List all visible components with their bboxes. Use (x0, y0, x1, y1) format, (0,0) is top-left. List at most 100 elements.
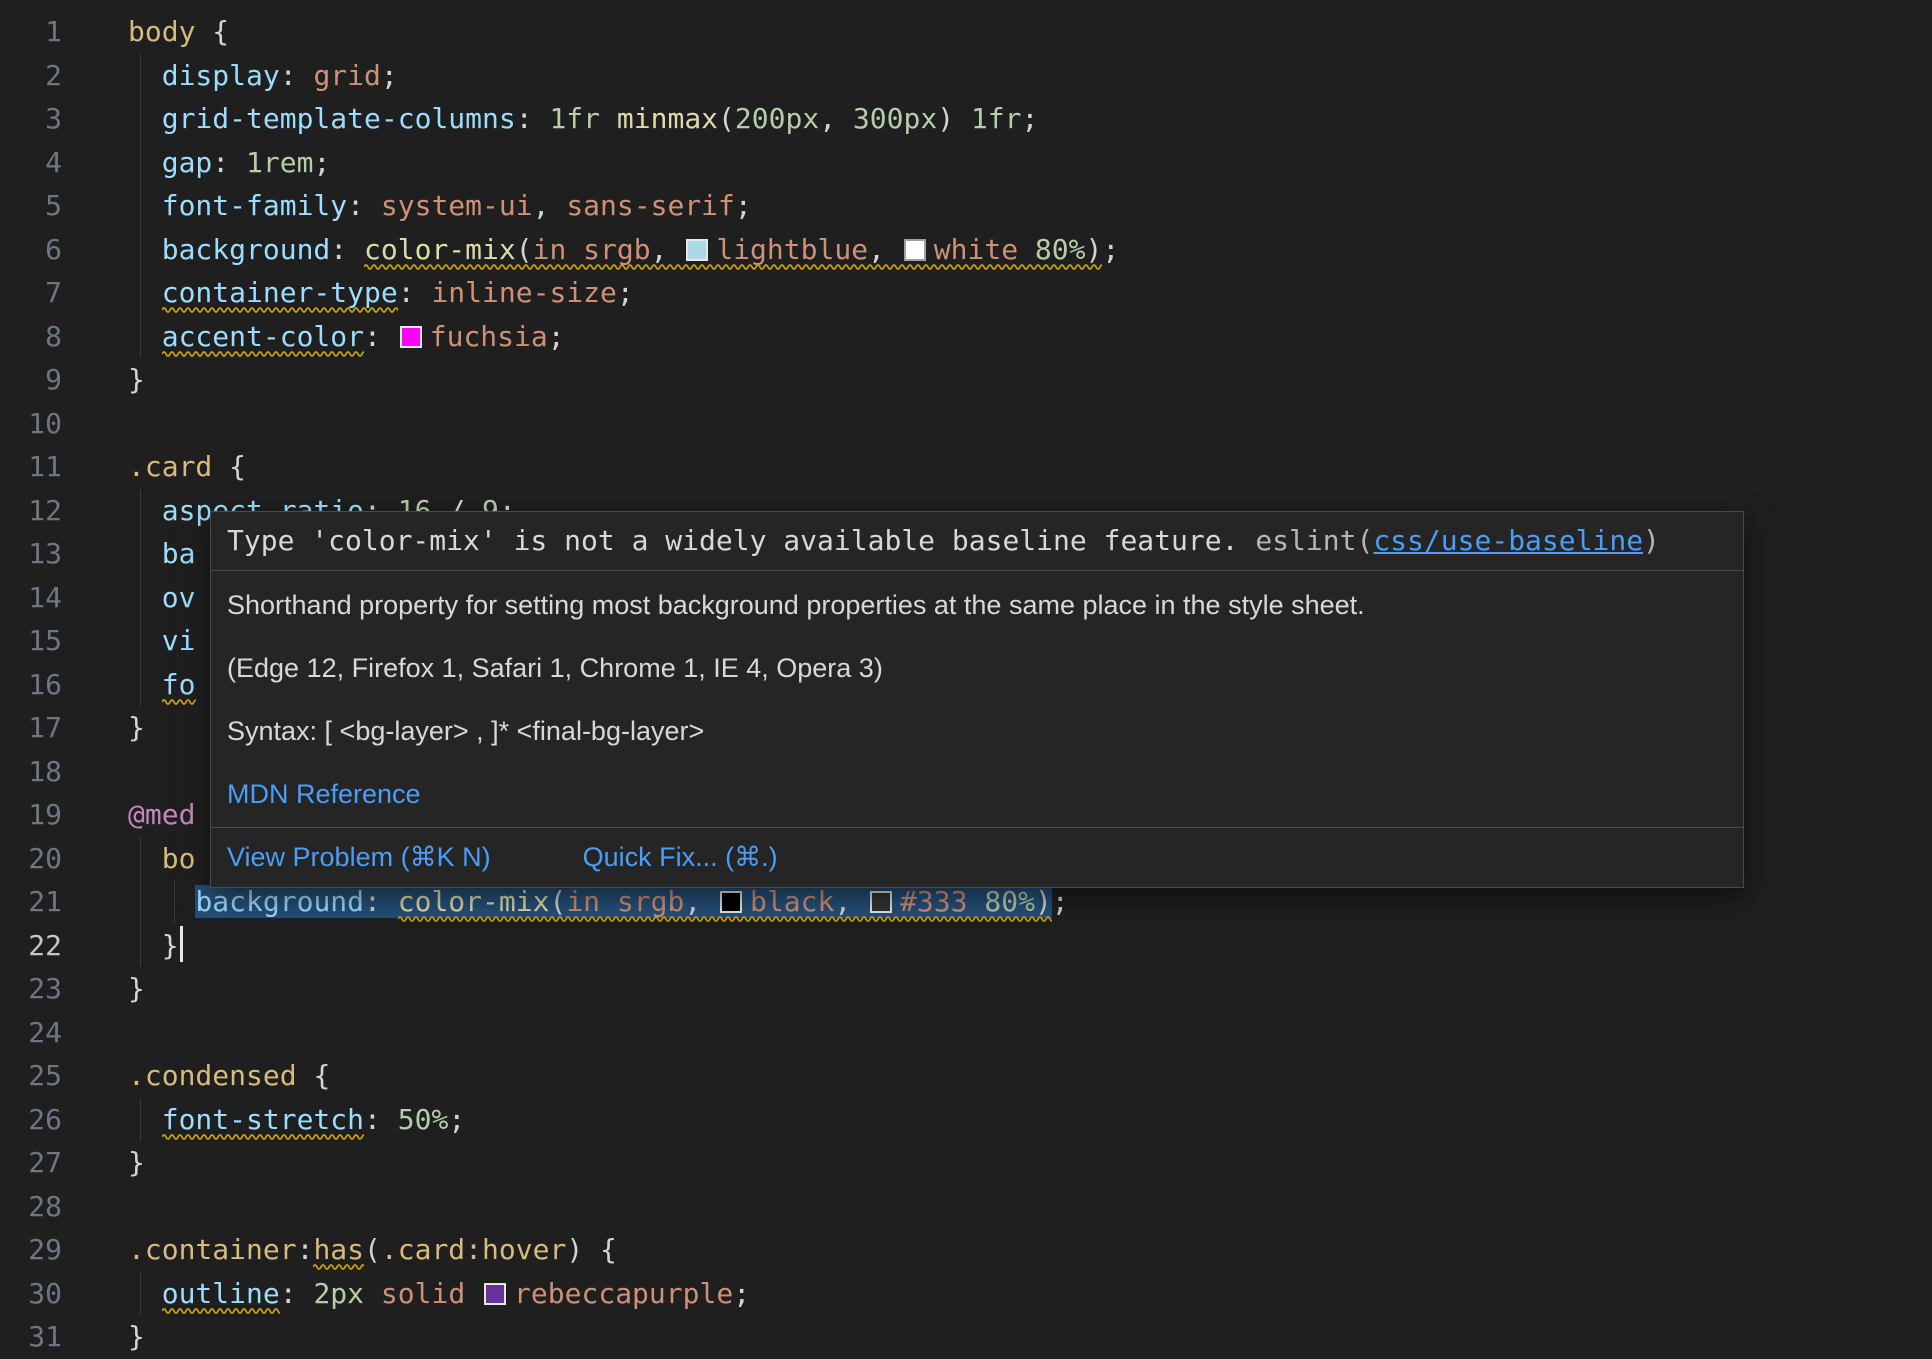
color-swatch[interactable] (904, 239, 926, 261)
code-line[interactable]: 25.condensed { (0, 1054, 1932, 1098)
code-token: 80% (984, 885, 1035, 918)
code-token: { (600, 1233, 617, 1266)
code-line[interactable]: 11.card { (0, 445, 1932, 489)
indent-guide (140, 228, 141, 272)
code-token: color-mix (364, 233, 516, 266)
code-line[interactable]: 8 accent-color: fuchsia; (0, 315, 1932, 359)
code-line[interactable]: 6 background: color-mix(in srgb, lightbl… (0, 228, 1932, 272)
line-number[interactable]: 13 (0, 532, 62, 576)
indent-guide (140, 1272, 141, 1316)
code-line[interactable]: 1body { (0, 10, 1932, 54)
eslint-rule-link[interactable]: css/use-baseline (1373, 524, 1643, 557)
code-line[interactable]: 24 (0, 1011, 1932, 1055)
line-number[interactable]: 11 (0, 445, 62, 489)
code-line[interactable]: 3 grid-template-columns: 1fr minmax(200p… (0, 97, 1932, 141)
code-token: : (364, 885, 398, 918)
line-number[interactable]: 19 (0, 793, 62, 837)
code-token: ) (937, 102, 971, 135)
line-number[interactable]: 30 (0, 1272, 62, 1316)
line-number[interactable]: 21 (0, 880, 62, 924)
line-number[interactable]: 22 (0, 924, 62, 968)
code-token: } (128, 1320, 145, 1353)
line-number[interactable]: 23 (0, 967, 62, 1011)
code-token: .card (381, 1233, 465, 1266)
code-token: 1fr (971, 102, 1022, 135)
line-number[interactable]: 4 (0, 141, 62, 185)
code-line[interactable]: 23} (0, 967, 1932, 1011)
color-swatch[interactable] (484, 1283, 506, 1305)
code-line[interactable]: 9} (0, 358, 1932, 402)
line-number[interactable]: 12 (0, 489, 62, 533)
code-line[interactable]: 22 } (0, 924, 1932, 968)
line-number[interactable]: 15 (0, 619, 62, 663)
code-token (128, 320, 162, 353)
quick-fix-button[interactable]: Quick Fix... (⌘.) (583, 841, 778, 874)
line-number[interactable]: 5 (0, 184, 62, 228)
line-number[interactable]: 29 (0, 1228, 62, 1272)
code-token: ( (516, 233, 533, 266)
code-line[interactable]: 5 font-family: system-ui, sans-serif; (0, 184, 1932, 228)
code-line[interactable]: 2 display: grid; (0, 54, 1932, 98)
line-number[interactable]: 3 (0, 97, 62, 141)
warning-squiggle-range: color-mix(in srgb, lightblue, white 80%) (364, 233, 1102, 266)
line-number[interactable]: 25 (0, 1054, 62, 1098)
code-token: ; (735, 189, 752, 222)
code-token: gap (162, 146, 213, 179)
code-token: background (162, 233, 331, 266)
docs-description: Shorthand property for setting most back… (227, 589, 1727, 622)
line-number[interactable]: 9 (0, 358, 62, 402)
code-token: in srgb (566, 885, 684, 918)
code-token: bo (162, 842, 196, 875)
code-line[interactable]: 27} (0, 1141, 1932, 1185)
line-number[interactable]: 17 (0, 706, 62, 750)
code-token: : (364, 1103, 398, 1136)
line-number[interactable]: 27 (0, 1141, 62, 1185)
indent-guide (140, 141, 141, 185)
code-token: ; (313, 146, 330, 179)
code-line[interactable]: 7 container-type: inline-size; (0, 271, 1932, 315)
line-number[interactable]: 18 (0, 750, 62, 794)
code-line[interactable]: 29.container:has(.card:hover) { (0, 1228, 1932, 1272)
line-number[interactable]: 24 (0, 1011, 62, 1055)
code-token: ; (733, 1277, 750, 1310)
color-swatch[interactable] (720, 891, 742, 913)
line-number[interactable]: 6 (0, 228, 62, 272)
line-number[interactable]: 20 (0, 837, 62, 881)
code-token (128, 668, 162, 701)
code-token (600, 102, 617, 135)
docs-syntax: Syntax: [ <bg-layer> , ]* <final-bg-laye… (227, 715, 1727, 748)
code-token: in srgb (533, 233, 651, 266)
indent-guide (140, 489, 141, 533)
code-token (128, 581, 162, 614)
code-token: ; (1052, 885, 1069, 918)
code-line[interactable]: 31} (0, 1315, 1932, 1359)
color-swatch[interactable] (870, 891, 892, 913)
line-number[interactable]: 2 (0, 54, 62, 98)
code-line[interactable]: 4 gap: 1rem; (0, 141, 1932, 185)
code-line[interactable]: 28 (0, 1185, 1932, 1229)
line-number[interactable]: 16 (0, 663, 62, 707)
line-number[interactable]: 1 (0, 10, 62, 54)
code-line[interactable]: 26 font-stretch: 50%; (0, 1098, 1932, 1142)
code-line[interactable]: 30 outline: 2px solid rebeccapurple; (0, 1272, 1932, 1316)
code-token: .condensed (128, 1059, 313, 1092)
code-token: 200px (735, 102, 819, 135)
color-swatch[interactable] (686, 239, 708, 261)
indent-guide (140, 54, 141, 98)
view-problem-button[interactable]: View Problem (⌘K N) (227, 841, 491, 874)
indent-guide (140, 576, 141, 620)
line-number[interactable]: 31 (0, 1315, 62, 1359)
line-number[interactable]: 8 (0, 315, 62, 359)
code-token: outline (162, 1277, 280, 1310)
line-number[interactable]: 7 (0, 271, 62, 315)
line-number[interactable]: 26 (0, 1098, 62, 1142)
code-token: : (280, 59, 314, 92)
color-swatch[interactable] (400, 326, 422, 348)
mdn-reference-link[interactable]: MDN Reference (227, 779, 421, 809)
code-token: : (398, 276, 432, 309)
code-line[interactable]: 10 (0, 402, 1932, 446)
line-number[interactable]: 10 (0, 402, 62, 446)
line-number[interactable]: 14 (0, 576, 62, 620)
line-number[interactable]: 28 (0, 1185, 62, 1229)
code-token: : (330, 233, 364, 266)
